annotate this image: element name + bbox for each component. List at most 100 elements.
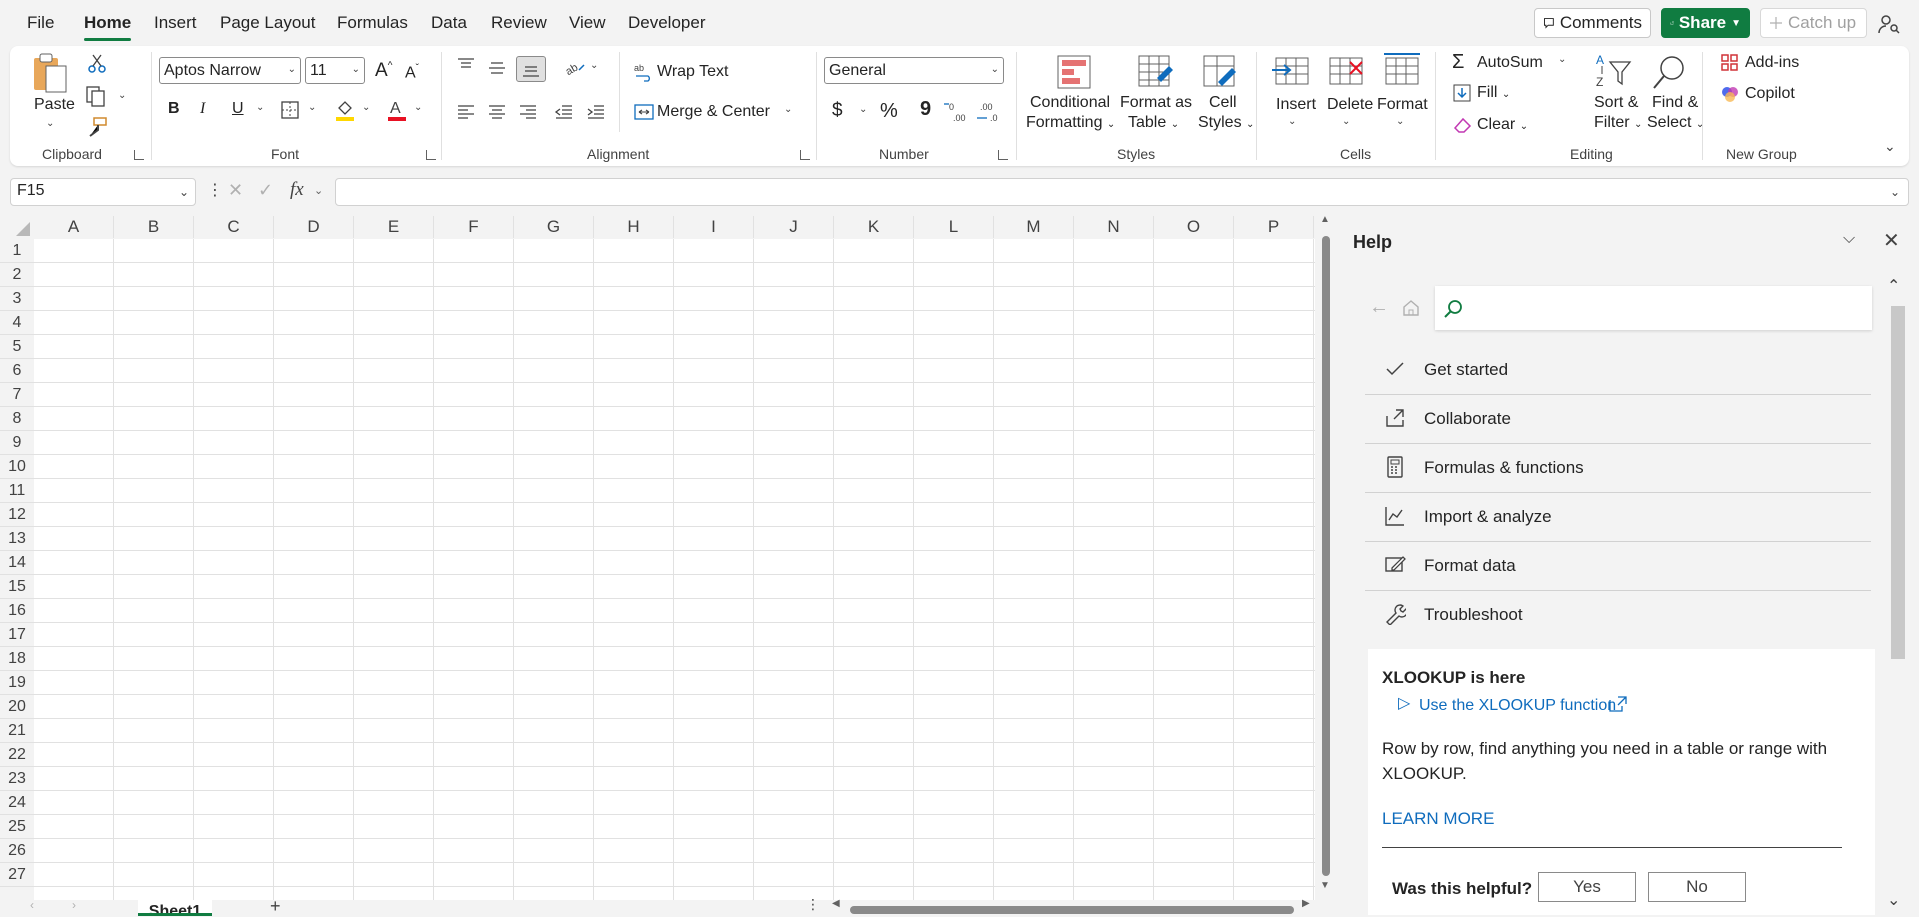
align-right-icon[interactable] [518, 102, 538, 122]
format-as-table-label-2[interactable]: Table ⌄ [1128, 114, 1179, 132]
close-icon[interactable]: ✕ [1883, 228, 1900, 253]
find-select-label[interactable]: Find & [1652, 94, 1698, 112]
fill-down-icon[interactable] [1453, 84, 1471, 102]
row-header[interactable]: 10 [0, 455, 34, 479]
insert-function-button[interactable]: fx [290, 179, 304, 201]
currency-button[interactable]: $ [832, 100, 843, 122]
cancel-icon[interactable]: ✕ [228, 180, 243, 201]
cell-styles-icon[interactable] [1200, 52, 1240, 92]
autosum-button[interactable]: AutoSum [1477, 54, 1543, 72]
tab-file[interactable]: File [27, 13, 54, 33]
column-header[interactable]: P [1234, 216, 1314, 238]
dialog-launcher-icon[interactable] [134, 150, 144, 160]
italic-button[interactable]: I [200, 100, 205, 118]
merge-center-button[interactable]: Merge & Center [657, 103, 770, 121]
column-header[interactable]: M [994, 216, 1074, 238]
scroll-left-icon[interactable]: ◀ [832, 898, 840, 909]
wrap-text-button[interactable]: Wrap Text [657, 63, 728, 81]
horizontal-scrollbar-thumb[interactable] [850, 906, 1294, 914]
row-header[interactable]: 26 [0, 839, 34, 863]
delete-cells-icon[interactable] [1326, 52, 1366, 92]
cell-area[interactable] [34, 239, 1315, 909]
person-search-icon[interactable] [1877, 12, 1901, 36]
column-header[interactable]: G [514, 216, 594, 238]
add-ins-button[interactable]: Add-ins [1745, 54, 1799, 72]
row-header[interactable]: 14 [0, 551, 34, 575]
align-top-icon[interactable] [456, 56, 476, 76]
formula-input[interactable]: ⌄ [335, 178, 1909, 206]
chevron-down-icon[interactable]: ⌄ [118, 90, 126, 101]
tab-data[interactable]: Data [431, 13, 467, 33]
tab-page-layout[interactable]: Page Layout [220, 13, 315, 33]
chevron-down-icon[interactable]: ⌄ [1288, 116, 1296, 127]
paste-label[interactable]: Paste [34, 96, 75, 114]
external-link-icon[interactable] [1608, 695, 1628, 713]
dialog-launcher-icon[interactable] [800, 150, 810, 160]
learn-more-link[interactable]: LEARN MORE [1382, 809, 1494, 829]
decrease-decimal-icon[interactable]: .00.0 [976, 100, 1002, 124]
wrap-text-icon[interactable]: ab [634, 62, 654, 82]
font-size-dropdown[interactable]: 11 ⌄ [305, 57, 365, 84]
scrollbar-thumb[interactable] [1322, 236, 1330, 876]
delete-cells-label[interactable]: Delete [1327, 96, 1373, 114]
row-header[interactable]: 13 [0, 527, 34, 551]
row-header[interactable]: 19 [0, 671, 34, 695]
sort-filter-icon[interactable]: AZ [1594, 52, 1634, 92]
sort-filter-label[interactable]: Sort & [1594, 94, 1638, 112]
share-button[interactable]: Share ▼ [1661, 8, 1750, 38]
tab-home[interactable]: Home [84, 13, 132, 41]
decrease-font-size-button[interactable]: Aˇ [405, 63, 419, 82]
more-options-icon[interactable]: ⋮ [806, 896, 820, 913]
format-as-table-icon[interactable] [1135, 52, 1175, 92]
bold-button[interactable]: B [168, 100, 180, 118]
chevron-down-icon[interactable]: ⌄ [414, 102, 422, 113]
column-header[interactable]: F [434, 216, 514, 238]
column-header[interactable]: D [274, 216, 354, 238]
chevron-down-icon[interactable]: ⌄ [1890, 185, 1900, 199]
home-icon[interactable] [1401, 298, 1421, 318]
align-bottom-button[interactable] [516, 56, 546, 82]
row-header[interactable]: 2 [0, 263, 34, 287]
chevron-down-icon[interactable]: ⌄ [1396, 116, 1404, 127]
row-header[interactable]: 11 [0, 479, 34, 503]
row-header[interactable]: 15 [0, 575, 34, 599]
column-header[interactable]: A [34, 216, 114, 238]
conditional-formatting-label-2[interactable]: Formatting ⌄ [1026, 114, 1115, 132]
increase-indent-icon[interactable] [586, 102, 606, 122]
column-header[interactable]: L [914, 216, 994, 238]
eraser-icon[interactable] [1453, 116, 1473, 134]
scroll-down-icon[interactable]: ▼ [1320, 880, 1330, 891]
insert-cells-icon[interactable] [1272, 52, 1312, 92]
row-header[interactable]: 5 [0, 335, 34, 359]
row-header[interactable]: 12 [0, 503, 34, 527]
row-header[interactable]: 21 [0, 719, 34, 743]
help-item-troubleshoot[interactable]: Troubleshoot [1365, 591, 1871, 640]
cut-icon[interactable] [86, 52, 108, 74]
font-name-dropdown[interactable]: Aptos Narrow ⌄ [159, 57, 301, 84]
help-item-format-data[interactable]: Format data [1365, 542, 1871, 591]
enter-icon[interactable]: ✓ [258, 180, 273, 201]
chevron-down-icon[interactable]: ⌄ [590, 60, 598, 71]
back-arrow-icon[interactable]: ← [1369, 296, 1389, 319]
align-left-icon[interactable] [456, 102, 476, 122]
next-sheet-icon[interactable]: › [72, 898, 76, 912]
find-select-icon[interactable] [1650, 52, 1690, 92]
comma-style-button[interactable]: 9 [920, 98, 931, 121]
find-select-label-2[interactable]: Select ⌄ [1647, 114, 1704, 132]
scroll-right-icon[interactable]: ▶ [1302, 898, 1310, 909]
dialog-launcher-icon[interactable] [426, 150, 436, 160]
orientation-icon[interactable]: ab [563, 56, 587, 78]
sheet-tab-sheet1[interactable]: Sheet1 [138, 900, 212, 916]
font-color-icon[interactable]: A [386, 98, 408, 122]
row-header[interactable]: 20 [0, 695, 34, 719]
sigma-icon[interactable]: Σ [1452, 51, 1464, 74]
help-item-collaborate[interactable]: Collaborate [1365, 395, 1871, 444]
column-header[interactable]: C [194, 216, 274, 238]
row-header[interactable]: 8 [0, 407, 34, 431]
add-ins-icon[interactable] [1720, 53, 1740, 73]
align-middle-icon[interactable] [487, 58, 507, 78]
more-options-icon[interactable]: ⋮ [207, 180, 223, 200]
cell-styles-label[interactable]: Cell [1209, 94, 1237, 112]
clear-button[interactable]: Clear ⌄ [1477, 116, 1528, 134]
fill-button[interactable]: Fill ⌄ [1477, 84, 1510, 102]
